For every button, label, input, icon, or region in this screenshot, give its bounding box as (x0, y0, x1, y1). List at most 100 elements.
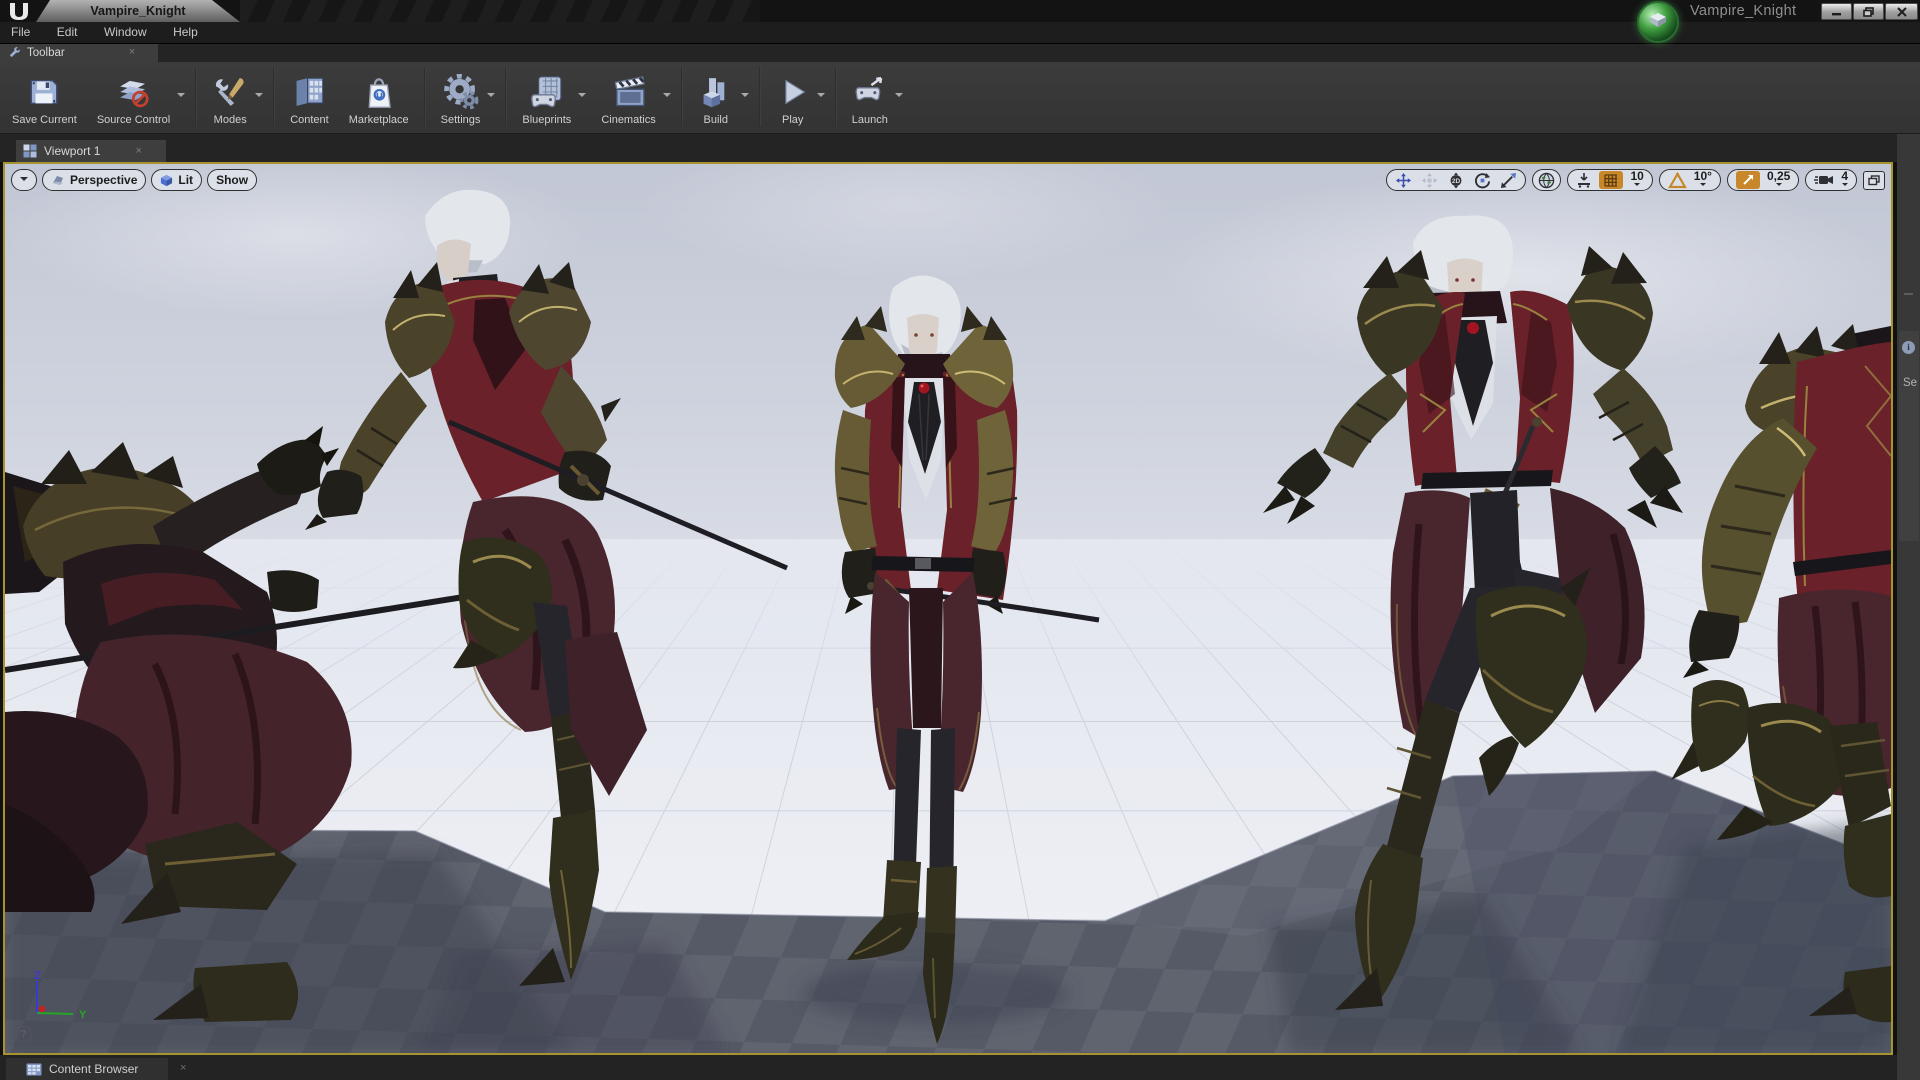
angle-snap-icon[interactable] (1667, 171, 1687, 189)
angle-snap-value[interactable]: 10° (1694, 170, 1712, 189)
menu-help[interactable]: Help (162, 22, 209, 43)
viewport-options-button[interactable] (11, 169, 37, 191)
tab-viewport-label: Viewport 1 (44, 144, 101, 158)
build-blocks-icon (698, 73, 734, 111)
save-current-label: Save Current (12, 114, 77, 126)
title-bar: Vampire_Knight Vampire_Knight (0, 0, 1920, 43)
viewport-3d[interactable]: Perspective Lit Show 2D 10 10° 0,25 4 Z … (3, 162, 1893, 1055)
source-control-button[interactable]: Source Control (87, 62, 190, 133)
tab-toolbar-close[interactable]: × (129, 47, 135, 58)
modes-label: Modes (213, 114, 247, 126)
menu-window[interactable]: Window (93, 22, 158, 43)
globe-icon (1539, 172, 1555, 188)
2d-move-tool-icon[interactable]: 2D (1447, 172, 1465, 189)
grid-snap-toggle[interactable] (1599, 171, 1624, 189)
sidebar-collapsed-tab[interactable]: i Se (1899, 331, 1919, 541)
content-drawer-icon (291, 73, 327, 111)
scale-snap-toggle[interactable] (1735, 171, 1760, 189)
build-label: Build (703, 114, 728, 126)
translate-rotate-combo-tool-icon[interactable] (1421, 172, 1438, 189)
grid-icon (1604, 173, 1618, 187)
clapperboard-icon (610, 73, 648, 111)
viewport-right-controls: 2D 10 10° 0,25 4 (1386, 169, 1885, 191)
minimize-button[interactable] (1821, 3, 1852, 20)
surface-snap-icon[interactable] (1576, 172, 1592, 188)
tab-viewport-close[interactable]: × (135, 145, 141, 157)
toolbar-separator (273, 67, 276, 126)
gizmo-z-label: Z (34, 970, 41, 982)
translate-tool-icon[interactable] (1395, 172, 1412, 189)
toolbar-separator (680, 67, 683, 126)
help-icon[interactable]: ? (15, 1026, 32, 1043)
scale-tool-icon[interactable] (1500, 172, 1517, 189)
perspective-icon (53, 176, 63, 185)
tab-viewport-1[interactable]: Viewport 1 × (16, 140, 166, 162)
restore-button[interactable] (1853, 3, 1884, 20)
lit-button[interactable]: Lit (151, 169, 203, 191)
tab-toolbar-label: Toolbar (27, 46, 65, 59)
marketplace-orb-icon[interactable] (1637, 1, 1679, 43)
camera-speed-icon[interactable] (1814, 173, 1834, 187)
tab-content-browser[interactable]: Content Browser (6, 1058, 168, 1080)
source-control-label: Source Control (96, 114, 171, 126)
content-button[interactable]: Content (280, 62, 339, 133)
blueprints-label: Blueprints (522, 114, 572, 126)
perspective-button[interactable]: Perspective (42, 169, 147, 191)
toolbar-tab-row: Toolbar × (0, 43, 1920, 62)
settings-button[interactable]: Settings (431, 62, 501, 133)
chevron-down-icon (20, 177, 28, 185)
scale-snap-group: 0,25 (1726, 169, 1800, 191)
floppy-disk-icon (27, 73, 61, 111)
grid-snap-value[interactable]: 10 (1630, 170, 1644, 189)
wrench-brush-icon (212, 73, 248, 111)
tab-content-browser-close[interactable]: × (180, 1063, 186, 1074)
menu-edit[interactable]: Edit (46, 22, 89, 43)
rotate-tool-icon[interactable] (1474, 172, 1491, 189)
marketplace-button[interactable]: Marketplace (339, 62, 419, 133)
content-browser-bar: Content Browser × (0, 1055, 1897, 1080)
content-label: Content (290, 114, 329, 126)
info-icon: i (1902, 341, 1915, 354)
blueprints-button[interactable]: Blueprints (512, 62, 591, 133)
rotation-snap-group: 10° (1658, 169, 1721, 191)
maximize-viewport-button[interactable] (1863, 170, 1885, 190)
viewport-canvas[interactable] (5, 164, 1891, 1053)
svg-text:2D: 2D (1452, 178, 1461, 185)
lit-label: Lit (178, 173, 194, 187)
modes-button[interactable]: Modes (202, 62, 268, 133)
camera-speed-value[interactable]: 4 (1841, 170, 1848, 189)
lit-cube-icon (161, 174, 173, 186)
tab-content-browser-label: Content Browser (49, 1062, 139, 1076)
marketplace-label: Marketplace (348, 114, 409, 126)
chevron-down-icon (1775, 183, 1782, 189)
viewport-tab-row: Viewport 1 × (0, 133, 1897, 162)
perspective-label: Perspective (70, 173, 138, 187)
cinematics-button[interactable]: Cinematics (591, 62, 675, 133)
content-browser-icon (26, 1063, 42, 1075)
play-button[interactable]: Play (766, 62, 830, 133)
launch-label: Launch (851, 114, 888, 126)
location-grid-snap-group: 10 (1567, 169, 1653, 191)
settings-label: Settings (440, 114, 481, 126)
scale-snap-value[interactable]: 0,25 (1767, 170, 1790, 189)
toolbar-separator (758, 67, 761, 126)
build-button[interactable]: Build (688, 62, 754, 133)
close-button[interactable] (1885, 3, 1918, 20)
show-button[interactable]: Show (207, 169, 258, 191)
toolbar-separator (195, 67, 198, 126)
launch-device-icon (852, 73, 888, 111)
main-toolbar: Save Current Source Control Modes Conten… (0, 62, 1920, 134)
unreal-engine-logo-icon (10, 3, 28, 20)
menu-file[interactable]: File (0, 22, 41, 43)
world-coordinate-button[interactable] (1532, 169, 1562, 191)
maximize-icon (1868, 174, 1880, 185)
right-sidebar-strip: i Se (1897, 133, 1920, 1080)
save-current-button[interactable]: Save Current (2, 62, 87, 133)
scale-arrow-icon (1743, 175, 1753, 185)
project-title-tab[interactable]: Vampire_Knight (36, 0, 240, 22)
tab-toolbar[interactable]: Toolbar × (0, 43, 158, 62)
launch-button[interactable]: Launch (842, 62, 908, 133)
toolbar-separator (834, 67, 837, 126)
gizmo-y-label: Y (79, 1009, 87, 1021)
axis-gizmo: Z Y (34, 970, 87, 1021)
